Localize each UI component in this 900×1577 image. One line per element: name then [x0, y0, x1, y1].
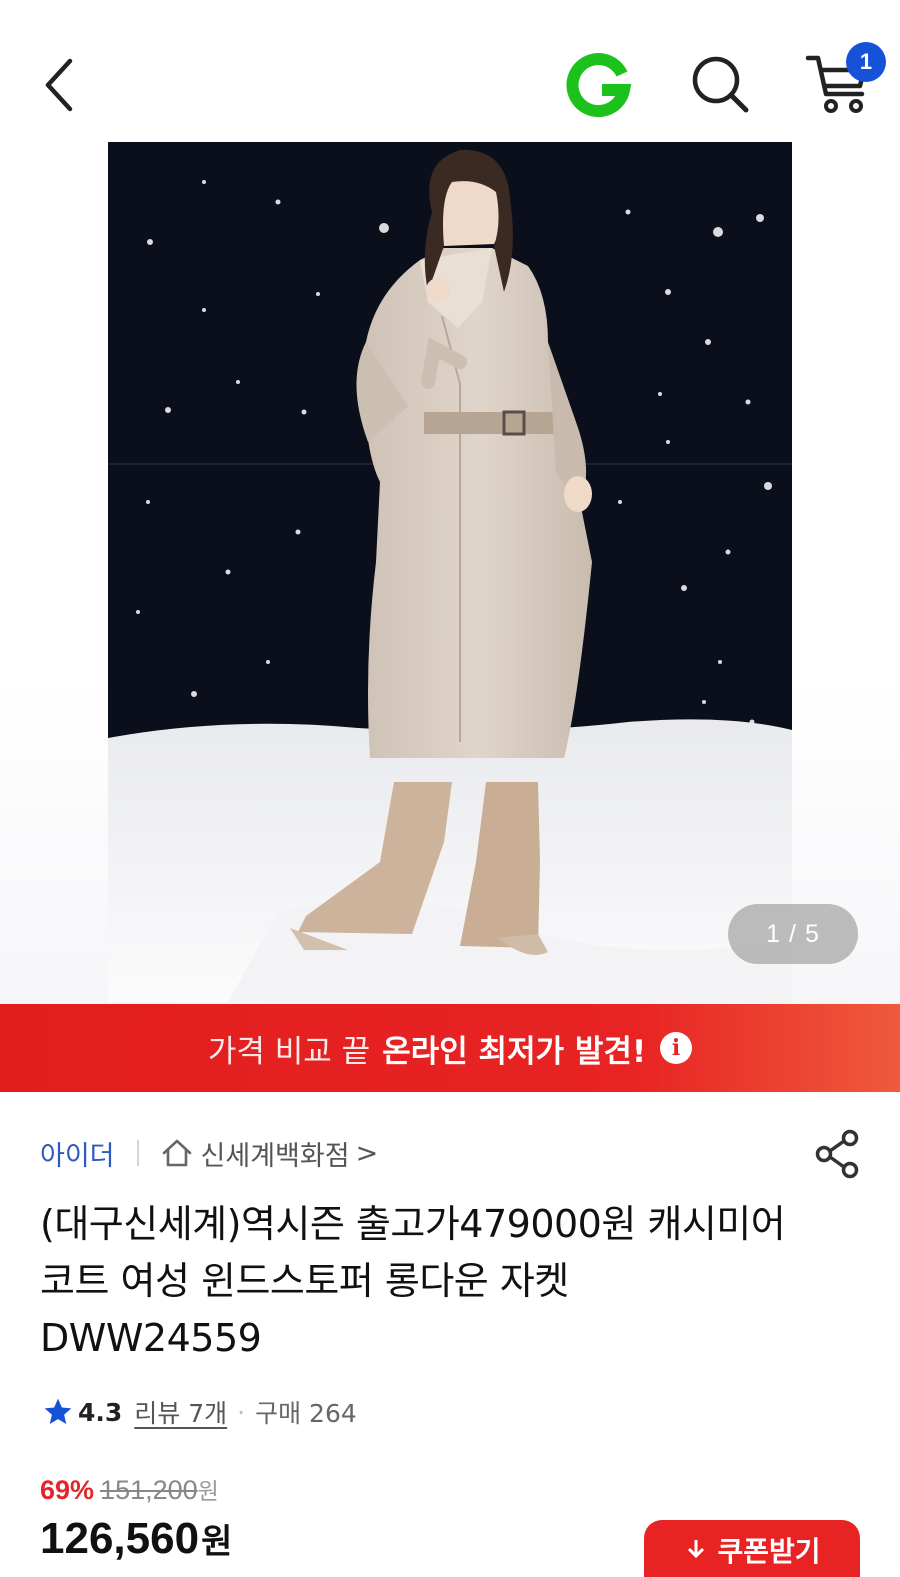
coupon-button[interactable]: 쿠폰받기	[644, 1520, 860, 1577]
search-icon	[692, 56, 749, 113]
coupon-label: 쿠폰받기	[717, 1535, 821, 1568]
counter-separator: /	[789, 919, 797, 948]
seller-row: 아이더 신세계백화점 >	[40, 1130, 378, 1176]
brand-link[interactable]: 아이더	[40, 1134, 115, 1173]
store-link[interactable]: 신세계백화점 >	[161, 1134, 379, 1173]
counter-total: 5	[804, 919, 820, 948]
top-bar: 1	[0, 0, 900, 142]
share-button[interactable]	[812, 1128, 864, 1180]
counter-current: 1	[766, 919, 782, 948]
product-gallery[interactable]: 1 / 5	[0, 142, 900, 1004]
purchase-count: 구매 264	[255, 1399, 357, 1428]
rating-score: 4.3	[78, 1397, 123, 1427]
store-name: 신세계백화점	[200, 1140, 350, 1172]
chevron-right-icon: >	[355, 1137, 379, 1169]
discount-rate: 69%	[40, 1475, 95, 1505]
chevron-left-icon	[45, 58, 73, 112]
share-icon	[815, 1129, 859, 1179]
back-button[interactable]	[30, 50, 90, 120]
home-icon	[162, 1139, 191, 1167]
review-link[interactable]: 리뷰 7개	[134, 1394, 227, 1430]
cart-count-badge: 1	[846, 42, 886, 82]
star-icon	[44, 1398, 72, 1424]
divider	[136, 1140, 139, 1166]
search-button[interactable]	[688, 52, 752, 116]
banner-text-bold: 온라인 최저가 발견!	[382, 1033, 647, 1070]
sale-row: 126,560 원	[40, 1514, 232, 1564]
sale-price-unit: 원	[201, 1522, 233, 1562]
original-price-unit: 원	[197, 1479, 219, 1505]
download-icon	[688, 1540, 705, 1559]
banner-text-light: 가격 비교 끝	[207, 1033, 371, 1070]
image-counter: 1 / 5	[728, 904, 858, 964]
product-photo[interactable]	[108, 142, 792, 1002]
lowest-price-banner[interactable]: 가격 비교 끝 온라인 최저가 발견! i	[0, 1004, 900, 1092]
original-price: 151,200	[100, 1475, 198, 1505]
sale-price: 126,560	[40, 1514, 200, 1563]
discount-row: 69% 151,200 원	[40, 1472, 232, 1506]
separator-dot: ·	[237, 1397, 246, 1427]
product-title: (대구신세계)역시즌 출고가479000원 캐시미어 코트 여성 윈드스토퍼 롱…	[40, 1202, 786, 1360]
rating-row: 4.3 리뷰 7개 · 구매 264	[42, 1390, 357, 1434]
g-logo-icon[interactable]	[566, 52, 632, 118]
info-icon[interactable]: i	[660, 1032, 693, 1064]
price-block: 69% 151,200 원 126,560 원	[40, 1472, 232, 1564]
